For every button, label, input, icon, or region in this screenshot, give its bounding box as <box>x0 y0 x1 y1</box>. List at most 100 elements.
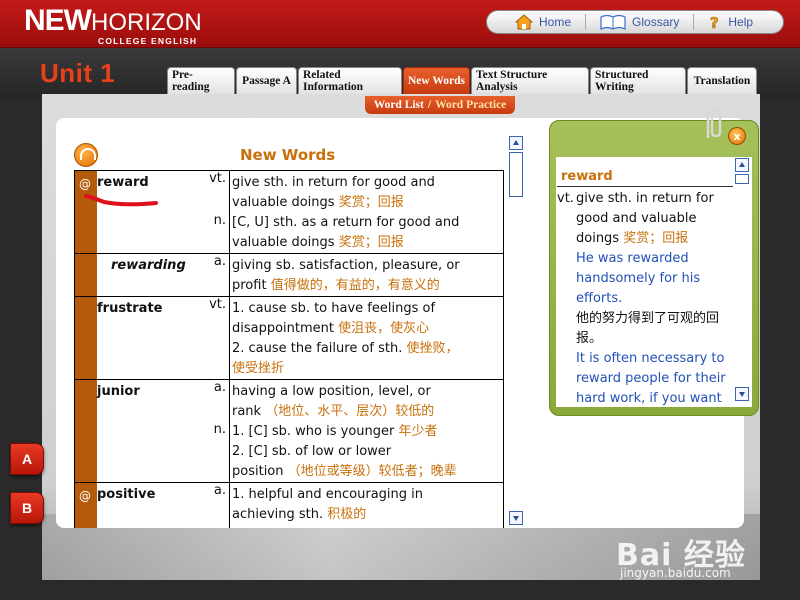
popup-scroll-thumb[interactable] <box>735 174 749 184</box>
definition-text: rank <box>232 404 266 419</box>
paperclip-icon <box>706 108 722 138</box>
glossary-link[interactable]: Glossary <box>600 11 679 33</box>
popup-example-line: handsomely for his <box>576 271 701 286</box>
scroll-thumb[interactable] <box>509 152 523 197</box>
vocab-word-text: rewarding <box>111 258 186 273</box>
definition-text: valuable doings <box>232 195 339 210</box>
chinese-translation: 年少者 <box>398 424 438 439</box>
nav-divider <box>693 14 695 30</box>
help-link[interactable]: ? Help <box>708 11 753 33</box>
scroll-down-button[interactable] <box>509 511 523 525</box>
chinese-translation: 积极的 <box>327 507 367 522</box>
vocab-definitions: a. giving sb. satisfaction, pleasure, or… <box>214 254 503 296</box>
headphone-icon[interactable] <box>74 143 98 167</box>
popup-chinese-translation: 奖赏；回报 <box>623 231 689 246</box>
vocab-word[interactable]: junior <box>97 380 229 482</box>
chinese-translation: 使沮丧，使灰心 <box>338 321 430 336</box>
definition: a. giving sb. satisfaction, pleasure, or… <box>214 254 503 296</box>
tab-structured-writing[interactable]: Structured Writing <box>590 67 686 94</box>
vocab-row: rewarding a. giving sb. satisfaction, pl… <box>75 253 503 296</box>
definition: vt. give sth. in return for good and val… <box>209 171 503 213</box>
definition-text: giving sb. satisfaction, pleasure, or <box>232 258 460 273</box>
definition-text: valuable doings <box>232 235 339 250</box>
red-underline-annotation <box>84 194 158 207</box>
popup-definition-line: give sth. in return for <box>576 191 714 206</box>
side-button-a[interactable]: A <box>10 443 44 475</box>
definition-text: profit <box>232 278 271 293</box>
tab-pre-reading[interactable]: Pre-reading <box>167 67 235 94</box>
word-practice-tab[interactable]: Word Practice <box>435 99 506 111</box>
definition: n. 1. [C] sb. who is younger 年少者 2. [C] … <box>214 422 503 482</box>
vocab-definitions: vt. give sth. in return for good and val… <box>209 171 503 253</box>
definition: a. having a low position, level, or rank… <box>214 380 503 422</box>
definition-text: [C, U] sth. as a return for good and <box>232 215 460 230</box>
popup-divider <box>557 186 733 187</box>
popup-scroll-up-button[interactable] <box>735 158 749 172</box>
definition: a. 1. helpful and encouraging in achievi… <box>214 483 503 525</box>
book-icon <box>600 14 626 30</box>
popup-definition-line: doings <box>576 231 624 246</box>
close-popup-button[interactable]: x <box>728 127 746 145</box>
popup-example-line: It is often necessary to <box>576 351 725 366</box>
word-list-tab[interactable]: Word List <box>374 99 424 111</box>
definition-text: 1. cause sb. to have feelings of <box>232 301 436 316</box>
popup-body: vt. give sth. in return for good and val… <box>557 189 735 405</box>
popup-scrollbar[interactable] <box>735 158 751 404</box>
vocab-row: @ reward vt. give sth. in return for goo… <box>75 170 503 253</box>
vocab-row: @ positive a. 1. helpful and encouraging… <box>75 482 503 528</box>
word-strip <box>75 380 97 482</box>
vocab-word-text: junior <box>97 384 140 399</box>
definition-text: position <box>232 464 288 479</box>
home-link[interactable]: Home <box>514 11 571 33</box>
definition-text: achieving sth. <box>232 507 328 522</box>
definition-text: 1. helpful and encouraging in <box>232 487 424 502</box>
question-icon: ? <box>708 14 722 33</box>
app-header: NEWHORIZON COLLEGE ENGLISH Home Glossary… <box>0 0 800 48</box>
word-strip <box>75 297 97 379</box>
nav-divider <box>585 14 587 30</box>
chinese-translation: 使挫败， <box>406 341 459 356</box>
tab-text-structure-analysis[interactable]: Text Structure Analysis <box>471 67 589 94</box>
popup-example-translation: 报。 <box>576 331 603 346</box>
part-of-speech: a. <box>213 380 226 395</box>
part-of-speech: n. <box>213 422 226 437</box>
word-strip <box>75 254 97 296</box>
chinese-translation: 值得做的，有益的，有意义的 <box>270 278 440 293</box>
sub-tab-separator: / <box>427 99 432 111</box>
section-tabs: Pre-reading Passage A Related Informatio… <box>167 67 758 94</box>
chinese-translation: 奖赏；回报 <box>338 195 404 210</box>
definition-text: disappointment <box>232 321 339 336</box>
vocab-word[interactable]: rewarding <box>97 254 229 296</box>
part-of-speech: vt. <box>209 171 226 186</box>
tab-passage-a[interactable]: Passage A <box>236 67 297 94</box>
audio-at-icon[interactable]: @ <box>79 177 91 191</box>
popup-definition-line: good and valuable <box>576 211 697 226</box>
audio-at-icon[interactable]: @ <box>79 489 91 503</box>
tab-new-words[interactable]: New Words <box>403 67 470 94</box>
popup-part-of-speech: vt. <box>557 191 574 206</box>
vocab-word-text: reward <box>97 175 149 190</box>
side-button-b[interactable]: B <box>10 492 44 524</box>
app-logo: NEWHORIZON COLLEGE ENGLISH <box>24 6 202 47</box>
vocab-definitions: a. 1. helpful and encouraging in achievi… <box>214 483 503 528</box>
definition-text: 1. [C] sb. who is younger <box>232 424 399 439</box>
vocab-word-text: positive <box>97 487 156 502</box>
popup-example-line: hard work, if you want <box>576 391 722 405</box>
vocab-word[interactable]: positive <box>97 483 229 528</box>
tab-related-information[interactable]: Related Information <box>298 67 402 94</box>
chinese-translation: 使受挫折 <box>232 361 285 376</box>
logo-brand-second: HORIZON <box>91 9 202 36</box>
glossary-label: Glossary <box>632 15 680 29</box>
tab-translation[interactable]: Translation <box>687 67 757 94</box>
definition-text: having a low position, level, or <box>232 384 431 399</box>
popup-example-translation: 他的努力得到了可观的回 <box>576 311 720 326</box>
vocab-definitions: a. having a low position, level, or rank… <box>214 380 503 482</box>
svg-text:?: ? <box>710 14 719 30</box>
scroll-up-button[interactable] <box>509 136 523 150</box>
word-strip: @ <box>75 171 97 253</box>
help-label: Help <box>728 15 754 29</box>
chinese-translation: （地位、水平、层次）较低的 <box>265 404 435 419</box>
vocab-scrollbar[interactable] <box>509 136 525 526</box>
popup-scroll-down-button[interactable] <box>735 387 749 401</box>
vocab-row: junior a. having a low position, level, … <box>75 379 503 482</box>
